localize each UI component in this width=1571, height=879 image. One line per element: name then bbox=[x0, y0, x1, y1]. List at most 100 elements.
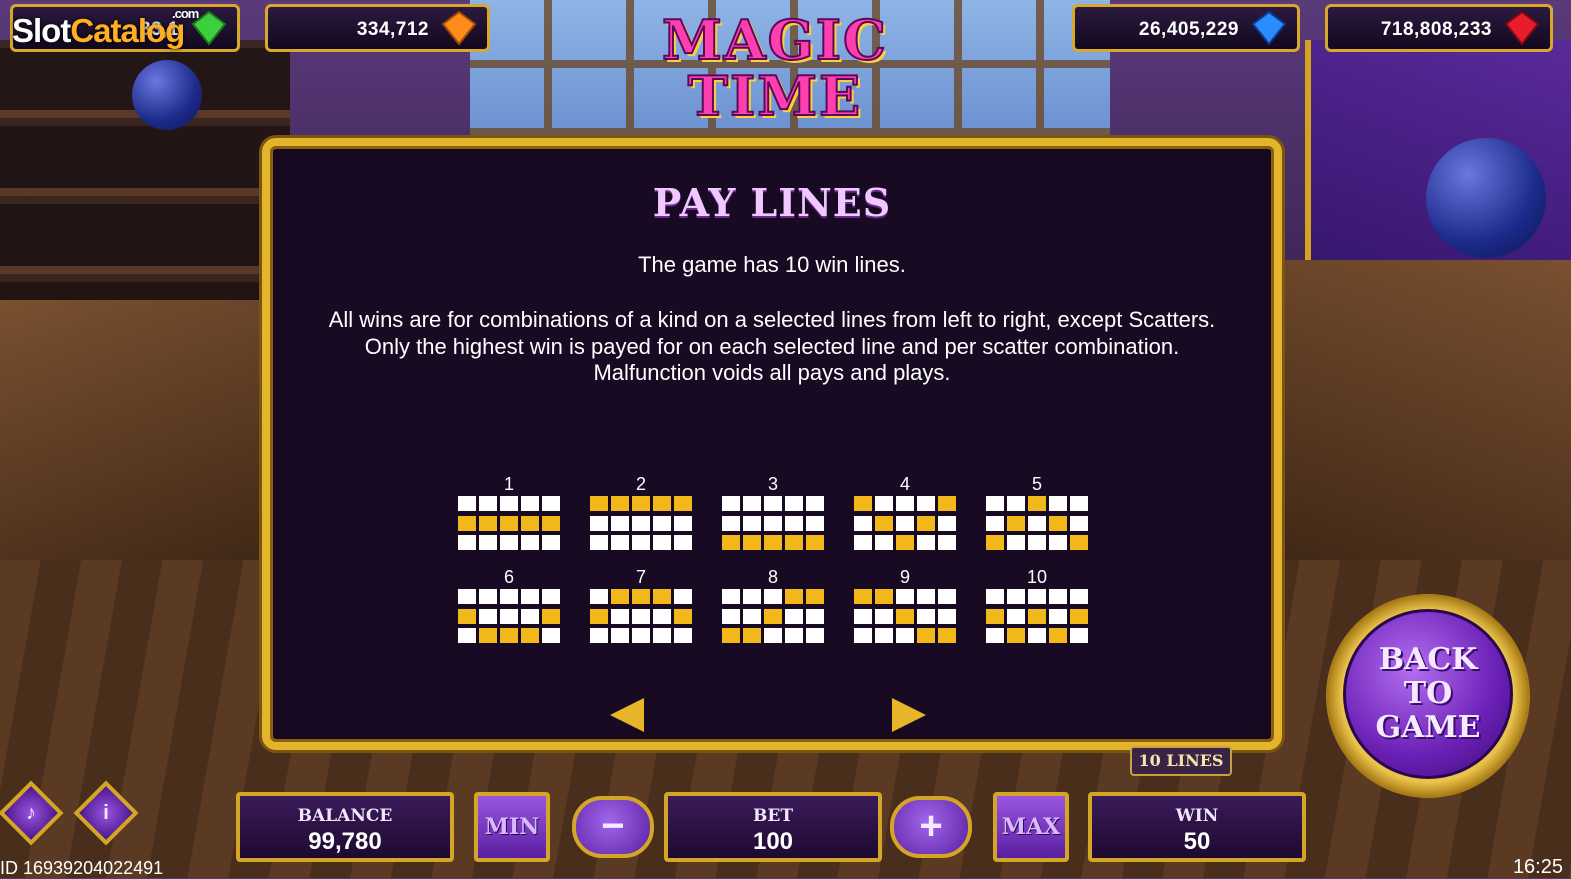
payline-cell bbox=[590, 535, 608, 550]
paytable-title: PAY LINES bbox=[652, 180, 892, 225]
payline-cell-active bbox=[986, 608, 1004, 624]
rule-text: All wins are for combinations of a kind … bbox=[328, 307, 1216, 332]
payline-cell bbox=[986, 628, 1004, 643]
crystal-orb-left bbox=[132, 60, 202, 130]
payline-cell bbox=[854, 628, 872, 643]
payline-cell-active bbox=[632, 589, 650, 604]
payline-cell bbox=[458, 628, 476, 643]
payline-cell bbox=[1070, 515, 1088, 531]
next-page-arrow-icon[interactable] bbox=[892, 698, 926, 732]
payline-cell-active bbox=[785, 535, 803, 550]
payline-cell bbox=[722, 608, 740, 624]
payline-cell bbox=[722, 515, 740, 531]
payline-diagram bbox=[854, 496, 956, 550]
paytable-panel: PAY LINES The game has 10 win lines. All… bbox=[282, 158, 1262, 732]
payline-cell bbox=[479, 496, 497, 511]
min-bet-button[interactable]: MIN bbox=[474, 792, 550, 862]
payline-cell-active bbox=[764, 535, 782, 550]
balance-value: 99,780 bbox=[308, 828, 382, 855]
payline-cell bbox=[743, 496, 761, 511]
payline-cell-active bbox=[917, 628, 935, 643]
payline-cell bbox=[590, 589, 608, 604]
payline-cell-active bbox=[764, 608, 782, 624]
payline-cell bbox=[479, 608, 497, 624]
payline-cell bbox=[674, 628, 692, 643]
game-logo: MAGIC TIME bbox=[640, 11, 910, 132]
payline-cell bbox=[917, 535, 935, 550]
payline-cell bbox=[1007, 496, 1025, 511]
payline-cell-active bbox=[938, 628, 956, 643]
payline-number: 9 bbox=[899, 567, 910, 587]
decrease-bet-button[interactable]: − bbox=[572, 796, 654, 858]
balance-label: BALANCE bbox=[297, 806, 393, 826]
payline-number: 3 bbox=[767, 474, 778, 494]
payline-cell-active bbox=[806, 535, 824, 550]
watermark-slot: Slot bbox=[12, 12, 71, 49]
payline-cell bbox=[1028, 589, 1046, 604]
payline-number: 5 bbox=[1031, 474, 1042, 494]
payline-cell bbox=[674, 515, 692, 531]
payline-diagram bbox=[590, 589, 692, 643]
payline-cell bbox=[896, 496, 914, 511]
payline-cell bbox=[785, 515, 803, 531]
payline-cell bbox=[500, 589, 518, 604]
payline-cell-active bbox=[500, 515, 518, 531]
payline-number: 1 bbox=[503, 474, 514, 494]
payline-cell bbox=[986, 589, 1004, 604]
payline-diagram bbox=[722, 589, 824, 643]
payline-cell-active bbox=[1070, 535, 1088, 550]
payline-cell bbox=[500, 608, 518, 624]
jackpot-orange: 334,712 bbox=[265, 4, 490, 52]
payline-cell bbox=[674, 589, 692, 604]
payline-cell bbox=[875, 608, 893, 624]
payline-cell bbox=[1049, 589, 1067, 604]
payline-cell-active bbox=[542, 608, 560, 624]
paytable-intro: The game has 10 win lines. bbox=[638, 252, 906, 277]
session-id: ID 16939204022491 bbox=[0, 858, 164, 878]
payline-cell bbox=[611, 628, 629, 643]
payline-cell bbox=[896, 515, 914, 531]
payline-cell bbox=[1028, 535, 1046, 550]
payline-cell bbox=[653, 608, 671, 624]
payline-cell-active bbox=[674, 496, 692, 511]
payline-cell bbox=[611, 535, 629, 550]
background-staircase-left bbox=[0, 300, 260, 600]
payline-cell bbox=[1028, 628, 1046, 643]
payline-cell-active bbox=[722, 535, 740, 550]
jackpot-blue: 26,405,229 bbox=[1072, 4, 1300, 52]
increase-bet-button[interactable]: + bbox=[890, 796, 972, 858]
payline-number: 8 bbox=[767, 567, 778, 587]
clock: 16:25 bbox=[1512, 856, 1563, 878]
payline-cell bbox=[1028, 515, 1046, 531]
payline-cell bbox=[854, 535, 872, 550]
lines-count-badge: 10 LINES bbox=[1130, 746, 1232, 776]
payline-cell-active bbox=[653, 589, 671, 604]
payline-cell bbox=[764, 515, 782, 531]
payline-cell bbox=[1049, 608, 1067, 624]
payline-cell-active bbox=[542, 515, 560, 531]
payline-cell bbox=[743, 515, 761, 531]
payline-cell-active bbox=[674, 608, 692, 624]
payline-cell-active bbox=[1028, 496, 1046, 511]
payline-cell bbox=[854, 608, 872, 624]
prev-page-arrow-icon[interactable] bbox=[610, 698, 644, 732]
payline-number: 10 bbox=[1026, 567, 1048, 587]
payline-cell-active bbox=[722, 628, 740, 643]
rule-text: Only the highest win is payed for on eac… bbox=[364, 333, 1180, 359]
payline-cell-active bbox=[1028, 608, 1046, 624]
payline-cell bbox=[542, 628, 560, 643]
max-bet-button[interactable]: MAX bbox=[993, 792, 1069, 862]
payline-cell bbox=[875, 628, 893, 643]
payline-cell bbox=[590, 628, 608, 643]
payline-cell-active bbox=[479, 515, 497, 531]
back-to-game-button[interactable]: BACK TO GAME bbox=[1343, 609, 1513, 779]
payline-number: 4 bbox=[899, 474, 910, 494]
payline-cell bbox=[917, 608, 935, 624]
payline-cell-active bbox=[854, 589, 872, 604]
payline-diagram bbox=[722, 496, 824, 550]
payline-cell-active bbox=[1049, 628, 1067, 643]
win-display: WIN 50 bbox=[1088, 792, 1306, 862]
payline-cell bbox=[521, 608, 539, 624]
payline-cell-active bbox=[458, 515, 476, 531]
payline-cell-active bbox=[521, 628, 539, 643]
